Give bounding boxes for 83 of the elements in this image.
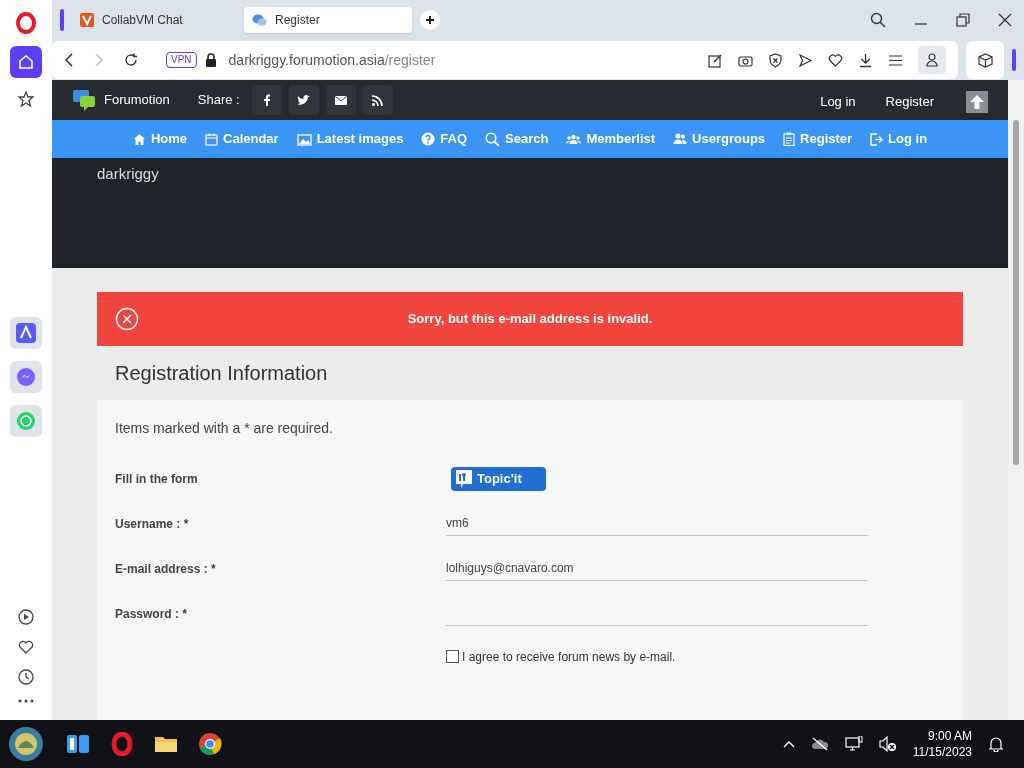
forum-brand[interactable]: Forumotion — [104, 90, 170, 110]
home-icon — [17, 53, 35, 71]
browser-tab[interactable]: CollabVM Chat — [72, 7, 240, 33]
messenger-icon[interactable] — [10, 361, 42, 393]
field-label: Username : * — [115, 516, 190, 533]
home-icon — [132, 132, 146, 146]
clipboard-icon — [783, 132, 796, 147]
search-icon[interactable] — [870, 12, 886, 28]
person-icon — [926, 53, 938, 67]
settings-sliders-icon[interactable] — [888, 52, 903, 68]
vpn-badge[interactable]: VPN — [166, 52, 197, 68]
chrome-icon[interactable] — [198, 732, 222, 756]
lock-icon — [204, 53, 217, 67]
network-icon[interactable] — [844, 736, 863, 752]
back-icon[interactable] — [64, 53, 74, 67]
cloud-off-icon[interactable] — [810, 737, 829, 751]
more-icon[interactable] — [17, 698, 35, 704]
search-icon — [485, 131, 501, 147]
download-icon[interactable] — [858, 52, 873, 68]
people-icon — [566, 133, 582, 145]
twitter-icon — [297, 94, 311, 106]
clock-icon[interactable] — [17, 668, 35, 686]
edit-icon[interactable] — [708, 52, 723, 68]
field-label: Password : * — [115, 606, 189, 623]
close-icon[interactable] — [998, 13, 1012, 27]
chat-bubbles-icon — [72, 89, 96, 112]
star-icon[interactable] — [17, 90, 35, 108]
share-label: Share : — [197, 91, 240, 110]
heart-icon[interactable] — [17, 638, 35, 656]
error-icon — [115, 307, 139, 331]
text-input[interactable]: lolhiguys@cnavaro.com — [446, 557, 868, 581]
site-title[interactable]: darkriggy — [97, 165, 159, 183]
rss-share-button[interactable] — [362, 85, 393, 116]
header-link[interactable]: Register — [885, 92, 934, 112]
clock-date[interactable]: 11/15/2023 — [912, 744, 972, 760]
email-icon — [334, 95, 347, 105]
rss-icon — [372, 94, 384, 106]
muted-speaker-icon[interactable] — [878, 736, 897, 752]
email-share-button[interactable] — [325, 85, 356, 116]
field-label: E-mail address : * — [115, 561, 217, 578]
topicit-button[interactable]: Topic'it — [451, 467, 546, 491]
topicit-logo-icon — [455, 469, 473, 489]
plus-icon — [425, 15, 435, 25]
facebook-share-button[interactable] — [251, 85, 282, 116]
calendar-icon — [205, 132, 218, 146]
heart-icon[interactable] — [828, 52, 843, 68]
restore-icon[interactable] — [956, 13, 970, 27]
error-message: Sorry, but this e-mail address is invalid. — [406, 310, 654, 329]
aria-app-icon[interactable] — [10, 317, 42, 349]
image-icon — [296, 132, 312, 146]
new-tab-button[interactable] — [420, 10, 440, 30]
play-icon[interactable] — [17, 608, 35, 626]
opera-logo-icon[interactable] — [15, 12, 37, 34]
required-note: Items marked with a * are required. — [115, 419, 334, 438]
v-logo-icon — [80, 13, 94, 27]
shield-icon[interactable] — [768, 52, 783, 68]
home-button[interactable] — [10, 46, 42, 78]
chevron-up-icon[interactable] — [782, 740, 795, 748]
header-link[interactable]: Log in — [820, 92, 856, 112]
address-field[interactable]: darkriggy.forumotion.asia/register — [228, 49, 436, 71]
browser-tab[interactable]: Register — [244, 7, 412, 33]
facebook-icon — [262, 94, 271, 107]
start-button-icon[interactable] — [8, 726, 44, 762]
cube-icon — [977, 52, 993, 68]
field-label: Fill in the form — [115, 471, 199, 488]
section-title: Registration Information — [115, 361, 328, 386]
extensions-button[interactable] — [966, 41, 1004, 79]
users-icon — [673, 133, 688, 146]
notification-bell-icon[interactable] — [988, 736, 1004, 752]
taskbar-app-icon[interactable] — [66, 732, 90, 756]
text-input[interactable]: vm6 — [446, 512, 868, 536]
twitter-share-button[interactable] — [288, 85, 319, 116]
clock-time[interactable]: 9:00 AM — [927, 728, 972, 744]
newsletter-checkbox[interactable] — [446, 650, 459, 664]
send-icon[interactable] — [798, 52, 813, 68]
reload-icon[interactable] — [124, 53, 138, 67]
sign-in-icon — [870, 132, 884, 146]
chat-bubbles-icon — [252, 13, 267, 27]
scroll-top-button[interactable] — [966, 91, 988, 114]
opera-taskbar-icon[interactable] — [110, 732, 134, 756]
newsletter-label[interactable]: I agree to receive forum news by e-mail. — [462, 648, 676, 666]
profile-button[interactable] — [918, 46, 946, 74]
question-icon — [421, 132, 436, 147]
